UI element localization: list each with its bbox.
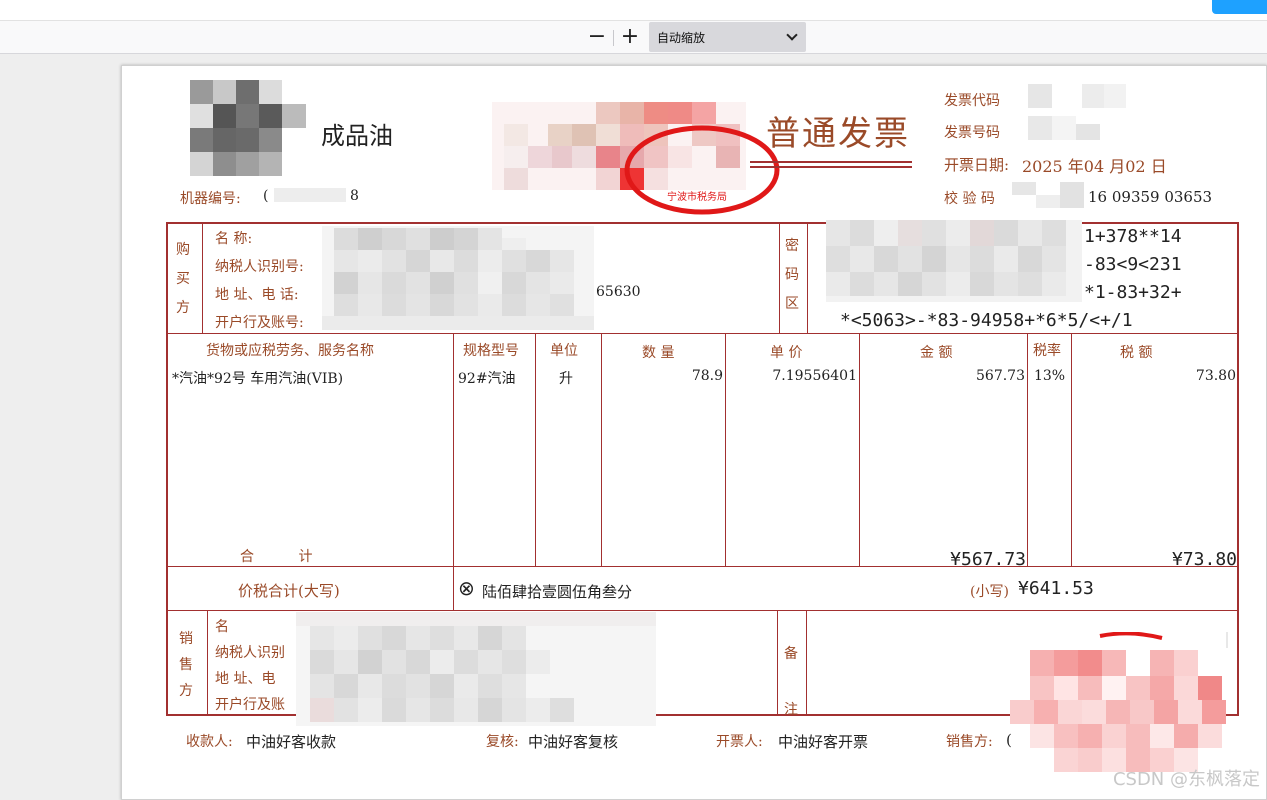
col-header-unit: 单位 [550,343,578,359]
issuer-value: 中油好客开票 [778,733,869,751]
buyer-tax-id-label: 纳税人识别号: [215,259,304,275]
stamp-text: 宁波市税务局 [667,192,727,203]
check-code-blur [1012,182,1092,208]
issue-date-label: 开票日期: [944,156,1010,174]
cipher-line-1: 1+378**14 [1084,226,1182,247]
vline-col-unit [535,333,536,567]
vline-remark-left [777,610,778,716]
vline-cipher-left [779,222,780,334]
total-tax: ¥73.80 [1171,549,1237,570]
col-header-price: 单 价 [770,345,803,361]
seller-sign-label: 销售方: [946,734,993,750]
col-header-amount: 金 额 [920,345,953,361]
item-name: *汽油*92号 车用汽油(VIB) [172,371,344,387]
col-header-tax: 税 额 [1120,345,1153,361]
payee-label: 收款人: [186,734,233,750]
reviewer-value: 中油好客复核 [528,733,619,751]
zoom-select-label: 自动缩放 [657,31,706,45]
buyer-section-label: 购买方 [176,242,190,316]
invoice-title: 普通发票 [766,114,910,154]
seller-sign-value: ( [1006,731,1012,749]
machine-no-blur [274,184,346,206]
pdf-toolbar: − + [0,21,1267,54]
cipher-line-3: *1-83+32+ [1084,282,1182,303]
invoice-code-value [1010,84,1126,108]
chevron-down-icon [786,29,798,41]
item-amount: 567.73 [976,368,1025,384]
item-tax: 73.80 [1195,368,1236,384]
qr-code [190,80,306,176]
seller-address-label: 地 址、电 [215,671,276,687]
seller-stamp [1010,631,1228,772]
machine-no-label: 机器编号: [180,191,241,207]
seller-tax-id-label: 纳税人识别 [215,645,285,661]
buyer-bank-label: 开户行及账号: [215,315,304,331]
reviewer-label: 复核: [486,734,519,750]
hline-grand [166,610,1239,611]
zoom-out-button[interactable]: − [584,24,610,50]
vline-seller-label [207,610,208,716]
cipher-section-label: 密码区 [785,238,799,312]
item-qty: 78.9 [691,368,723,384]
grand-total-symbol: ⊗ [458,576,475,600]
zoom-select[interactable]: 自动缩放 [649,22,806,52]
seller-info-blur [296,612,656,726]
payee-value: 中油好客收款 [246,733,337,751]
col-header-qty: 数 量 [642,345,675,361]
seller-section-label: 销售方 [179,631,193,699]
title-underline [750,161,912,163]
toolbar-separator [613,30,614,46]
grand-total-small-label: (小写) [970,584,1009,600]
buyer-info-blur [322,226,594,330]
machine-no-start: ( [263,188,269,204]
item-rate: 13% [1033,368,1066,384]
col-header-name: 货物或应税劳务、服务名称 [206,343,374,359]
title-underline-2 [750,166,912,168]
vline-cipher-right [807,222,808,334]
grand-total-small-value: ¥641.53 [1018,578,1094,599]
col-header-rate: 税率 [1033,343,1061,359]
buyer-address-label: 地 址、电 话: [215,287,299,303]
zoom-in-button[interactable]: + [617,24,643,50]
issuer-label: 开票人: [716,734,763,750]
col-header-spec: 规格型号 [463,343,519,359]
total-amount: ¥567.73 [950,549,1026,570]
item-spec: 92#汽油 [458,371,516,387]
total-label: 合 计 [240,549,313,565]
invoice-page: 成品油 宁波市税务局 普通发票 发票代码 发票号码 开票日期: 2025 年04… [121,65,1267,800]
watermark: CSDN @东枫落定 [1112,769,1260,790]
issue-date-value: 2025 年04 月02 日 [1022,157,1167,176]
check-code-value: 16 09359 03653 [1088,188,1213,206]
vline-col-spec [453,333,454,611]
invoice-number-label: 发票号码 [944,125,1000,141]
cipher-line-2: -83<9<231 [1084,254,1182,275]
vline-buyer-label [202,222,203,334]
machine-no-end: 8 [350,188,359,204]
seller-bank-label: 开户行及账 [215,697,285,713]
grand-total-label: 价税合计(大写) [238,582,340,600]
grand-total-words: 陆佰肆拾壹圆伍角叁分 [482,583,633,601]
corner-action-button[interactable] [1212,0,1267,14]
item-price: 7.19556401 [772,368,857,384]
hline-buyer [166,333,1239,334]
item-unit: 升 [559,371,573,387]
check-code-label: 校 验 码 [944,191,995,207]
top-bar [0,0,1267,21]
remarks-label: 备注 [784,646,798,718]
cipher-blur [826,220,1082,302]
buyer-address-value: 65630 [596,284,641,300]
seller-name-label: 名 [215,619,229,635]
vline-remark-right [806,610,807,716]
invoice-code-label: 发票代码 [944,93,1000,109]
invoice-number-value [1010,116,1126,140]
product-type: 成品油 [321,122,393,150]
cipher-line-4: *<5063>-*83-94958+*6*5/<+/1 [840,310,1133,331]
buyer-name-label: 名 称: [215,231,253,247]
